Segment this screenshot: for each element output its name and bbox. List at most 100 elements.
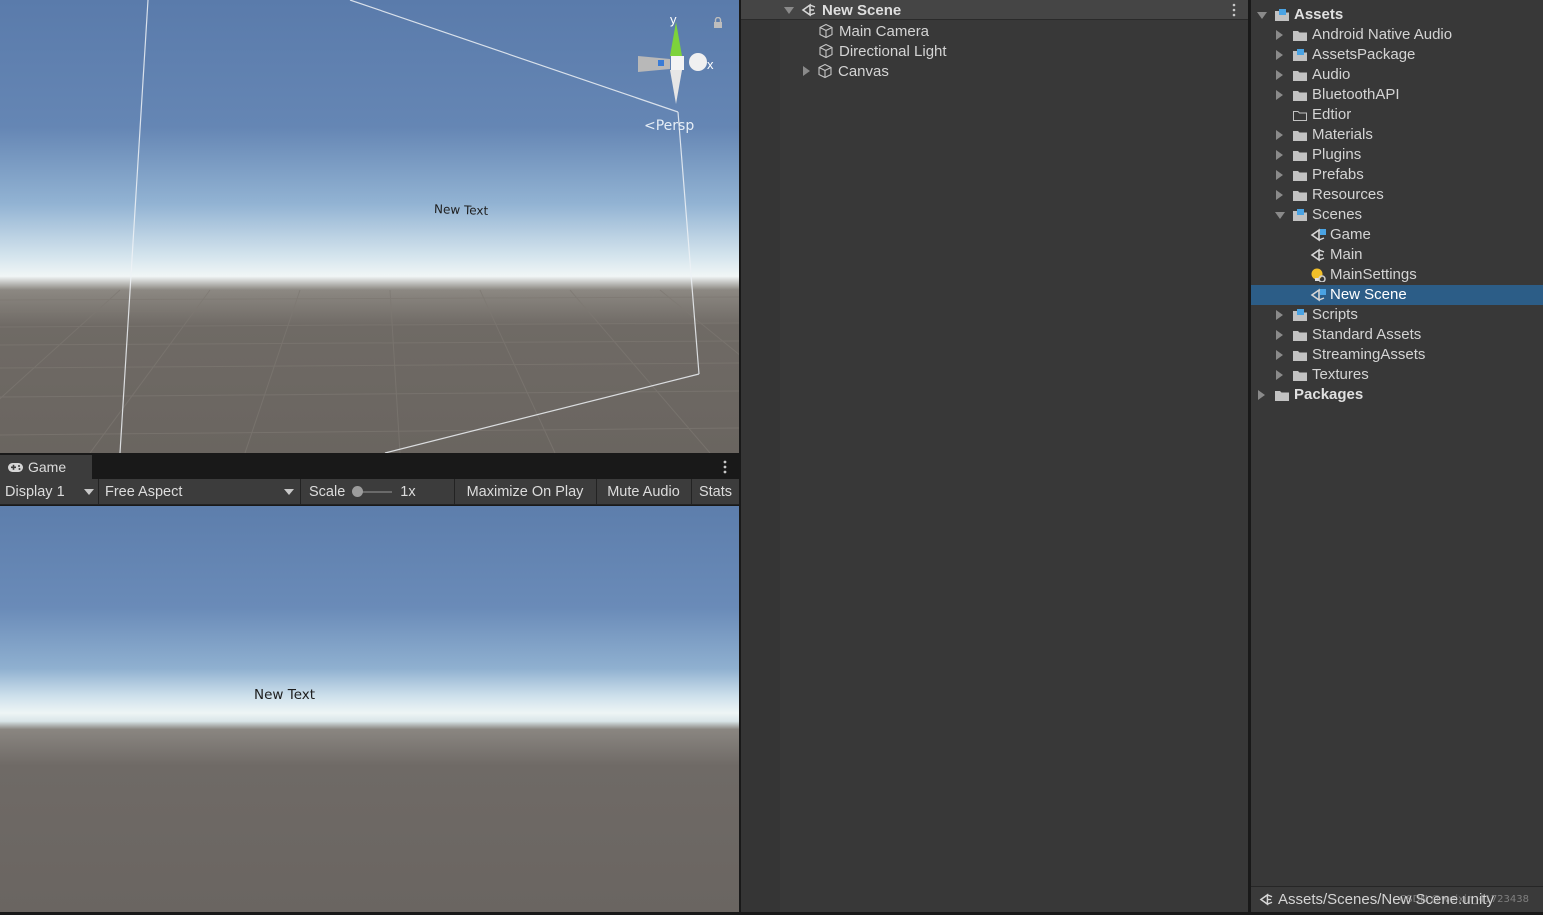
project-item-label: MainSettings <box>1330 266 1417 283</box>
project-item-assets[interactable]: Assets <box>1251 5 1543 25</box>
expand-arrow-icon[interactable] <box>784 6 794 14</box>
chevron-right-icon[interactable] <box>1276 30 1283 40</box>
projection-toggle[interactable]: <Persp <box>644 118 694 134</box>
scale-value: 1x <box>400 483 416 500</box>
project-item-label: Standard Assets <box>1312 326 1422 343</box>
project-item-prefabs[interactable]: Prefabs <box>1251 165 1543 185</box>
chevron-right-icon[interactable] <box>1276 70 1283 80</box>
project-item-android-native-audio[interactable]: Android Native Audio <box>1251 25 1543 45</box>
tab-game[interactable]: Game <box>0 455 92 479</box>
game-canvas-text: New Text <box>254 687 316 703</box>
project-item-label: Packages <box>1294 386 1364 403</box>
hierarchy-item-main-camera[interactable]: Main Camera <box>818 21 929 41</box>
hierarchy-item-canvas[interactable]: Canvas <box>803 61 889 81</box>
scale-control: Scale 1x <box>309 479 454 504</box>
maximize-on-play-label: Maximize On Play <box>466 483 584 500</box>
tab-game-label: Game <box>28 459 67 475</box>
kebab-menu-icon[interactable] <box>1232 3 1236 17</box>
project-item-label: AssetsPackage <box>1312 46 1416 63</box>
project-item-resources[interactable]: Resources <box>1251 185 1543 205</box>
folder-icon <box>1293 131 1307 141</box>
unity-scene-icon <box>1310 248 1325 262</box>
folder-icon <box>1293 171 1307 181</box>
stats-toggle[interactable]: Stats <box>692 479 739 504</box>
chevron-down-icon <box>84 489 94 495</box>
project-item-bluetoothapi[interactable]: BluetoothAPI <box>1251 85 1543 105</box>
gizmo-y-label: y <box>670 12 677 27</box>
package-folder-icon <box>1293 49 1307 61</box>
hierarchy-scene-row[interactable]: New Scene <box>741 0 1248 20</box>
project-item-label: Android Native Audio <box>1312 26 1453 43</box>
chevron-right-icon[interactable] <box>1276 330 1283 340</box>
package-folder-icon <box>1293 309 1307 321</box>
project-item-assetspackage[interactable]: AssetsPackage <box>1251 45 1543 65</box>
scale-slider[interactable] <box>352 485 398 499</box>
lock-icon[interactable] <box>713 17 723 28</box>
chevron-right-icon[interactable] <box>1276 190 1283 200</box>
project-item-scene-new-scene[interactable]: New Scene <box>1251 285 1543 305</box>
scene-view[interactable]: New Text y x <Persp <box>0 0 739 453</box>
hierarchy-item-label: Canvas <box>838 62 889 80</box>
chevron-down-icon[interactable] <box>1257 12 1267 19</box>
project-panel: Assets Android Native Audio AssetsPackage A… <box>1251 0 1543 912</box>
mute-audio-toggle[interactable]: Mute Audio <box>597 479 690 504</box>
hierarchy-item-label: Main Camera <box>839 22 930 40</box>
project-item-label: Textures <box>1312 366 1369 383</box>
expand-arrow-icon[interactable] <box>803 66 810 76</box>
project-item-label: Plugins <box>1312 146 1362 163</box>
project-item-label: Main <box>1330 246 1363 263</box>
project-item-streamingassets[interactable]: StreamingAssets <box>1251 345 1543 365</box>
folder-icon <box>1293 371 1307 381</box>
project-item-audio[interactable]: Audio <box>1251 65 1543 85</box>
project-item-label: Prefabs <box>1312 166 1364 183</box>
chevron-right-icon[interactable] <box>1276 170 1283 180</box>
selected-asset-path-bar: Assets/Scenes/New Scene.unity CSDN @weix… <box>1251 886 1543 912</box>
projection-label: Persp <box>655 118 695 134</box>
project-item-packages[interactable]: Packages <box>1251 385 1543 405</box>
project-item-scene-main[interactable]: Main <box>1251 245 1543 265</box>
project-item-edtior[interactable]: Edtior <box>1251 105 1543 125</box>
aspect-dropdown[interactable]: Free Aspect <box>99 479 299 504</box>
chevron-right-icon[interactable] <box>1276 50 1283 60</box>
project-item-label: Game <box>1330 226 1371 243</box>
cube-icon <box>818 63 832 79</box>
chevron-right-icon[interactable] <box>1276 130 1283 140</box>
hierarchy-panel: New Scene Main Camera Directional Light … <box>741 0 1248 912</box>
project-item-label: Audio <box>1312 66 1351 83</box>
project-item-textures[interactable]: Textures <box>1251 365 1543 385</box>
project-item-label: BluetoothAPI <box>1312 86 1400 103</box>
chevron-right-icon[interactable] <box>1276 90 1283 100</box>
chevron-right-icon[interactable] <box>1258 390 1265 400</box>
mute-audio-label: Mute Audio <box>607 483 680 500</box>
chevron-right-icon[interactable] <box>1276 310 1283 320</box>
hierarchy-item-directional-light[interactable]: Directional Light <box>818 41 947 61</box>
folder-icon <box>1293 151 1307 161</box>
folder-outline-icon <box>1293 111 1307 121</box>
project-item-scene-mainsettings[interactable]: MainSettings <box>1251 265 1543 285</box>
chevron-right-icon[interactable] <box>1276 350 1283 360</box>
folder-icon <box>1293 191 1307 201</box>
chevron-down-icon[interactable] <box>1275 212 1285 219</box>
stats-label: Stats <box>698 483 733 500</box>
aspect-dropdown-label: Free Aspect <box>105 483 183 500</box>
maximize-on-play-toggle[interactable]: Maximize On Play <box>455 479 595 504</box>
project-item-scene-game[interactable]: Game <box>1251 225 1543 245</box>
folder-icon <box>1293 331 1307 341</box>
game-tab-bar: Game <box>0 455 739 479</box>
project-item-materials[interactable]: Materials <box>1251 125 1543 145</box>
project-item-plugins[interactable]: Plugins <box>1251 145 1543 165</box>
kebab-menu-icon[interactable] <box>723 459 727 475</box>
scale-label: Scale <box>309 483 346 500</box>
game-toolbar: Display 1 Free Aspect Scale 1x Maximize … <box>0 479 739 505</box>
unity-scene-icon <box>1310 288 1326 302</box>
project-item-scripts[interactable]: Scripts <box>1251 305 1543 325</box>
project-item-label: Scripts <box>1312 306 1358 323</box>
chevron-right-icon[interactable] <box>1276 150 1283 160</box>
project-item-standard-assets[interactable]: Standard Assets <box>1251 325 1543 345</box>
chevron-right-icon[interactable] <box>1276 370 1283 380</box>
project-item-scenes[interactable]: Scenes <box>1251 205 1543 225</box>
folder-icon <box>1293 351 1307 361</box>
hierarchy-scene-name: New Scene <box>822 1 902 19</box>
game-view[interactable]: New Text <box>0 506 739 912</box>
display-dropdown[interactable]: Display 1 <box>0 479 98 504</box>
